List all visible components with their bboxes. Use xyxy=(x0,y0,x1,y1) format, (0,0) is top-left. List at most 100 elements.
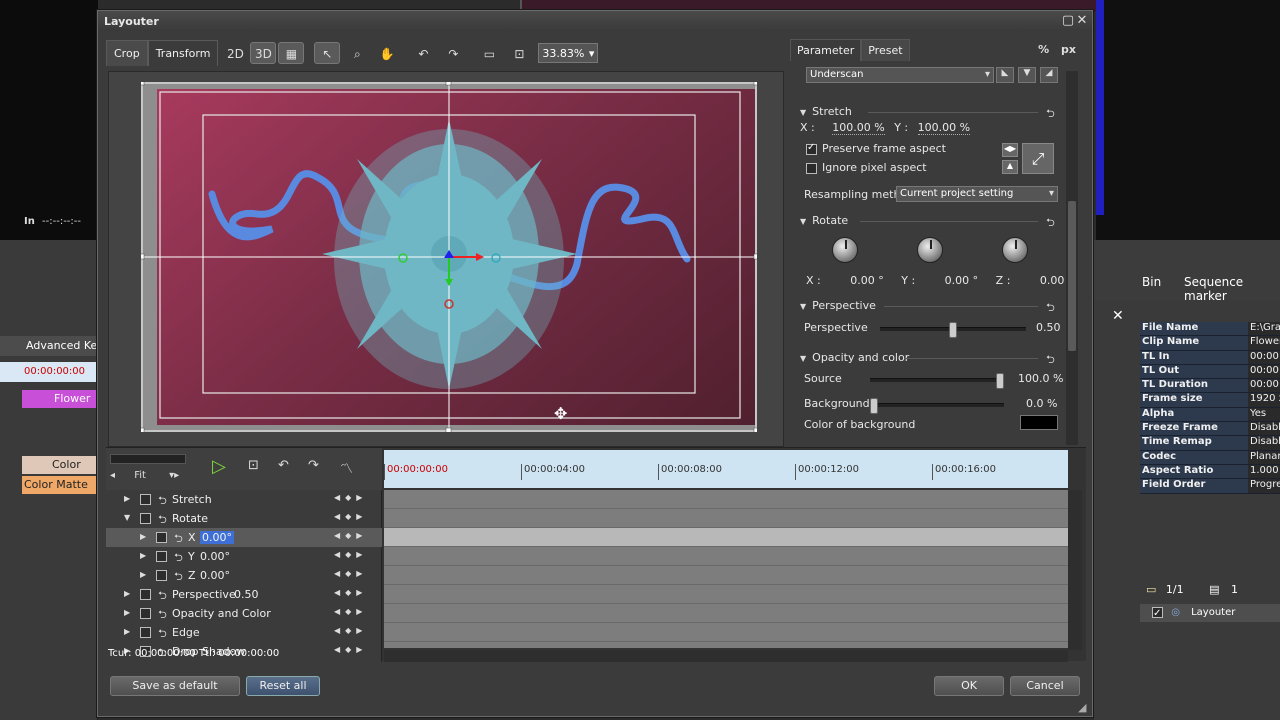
opacity-section[interactable]: Opacity and color xyxy=(800,351,909,364)
collapse-icon[interactable]: ▼ xyxy=(124,513,130,522)
prev-keyframe-icon[interactable]: ↶ xyxy=(278,458,289,473)
background-value[interactable]: 0.0 % xyxy=(1026,397,1057,410)
reset-all-button[interactable]: Reset all xyxy=(246,676,320,696)
resize-grip-icon[interactable]: ◢ xyxy=(1078,701,1086,714)
row-checkbox[interactable] xyxy=(140,513,151,524)
perspective-section[interactable]: Perspective xyxy=(800,299,876,312)
rotate-section[interactable]: Rotate xyxy=(800,214,848,227)
keyframe-nav-icon[interactable]: ◀◆▶ xyxy=(334,569,367,578)
hand-tool-icon[interactable]: ✋ xyxy=(374,42,400,64)
fit-icon[interactable]: ⊡ xyxy=(506,42,532,64)
layouter-enabled-checkbox[interactable] xyxy=(1152,605,1163,623)
source-value[interactable]: 100.0 % xyxy=(1018,372,1063,385)
keyframe-nav-icon[interactable]: ◀◆▶ xyxy=(334,588,367,597)
stretch-horizontal-icon[interactable]: ◀▶ xyxy=(1002,143,1018,157)
row-value[interactable]: 0.50 xyxy=(234,588,259,601)
ignore-pixel-aspect-checkbox[interactable] xyxy=(806,162,817,174)
keyframe-nav-icon[interactable]: ◀◆▶ xyxy=(334,531,367,540)
ignore-pixel-aspect[interactable]: Ignore pixel aspect xyxy=(806,161,927,174)
keyframe-nav-icon[interactable]: ◀◆▶ xyxy=(334,493,367,502)
grid-icon[interactable]: ▦ xyxy=(278,42,305,64)
play-icon[interactable]: ▷ xyxy=(212,456,226,477)
color-matte-clip-b[interactable]: Color Matte xyxy=(22,476,96,494)
timeline-row-x[interactable]: ▶ ⮌ X 0.00° ◀◆▶ xyxy=(106,528,382,547)
save-as-default-button[interactable]: Save as default xyxy=(110,676,240,696)
expand-icon[interactable]: ▶ xyxy=(124,589,130,598)
stretch-reset-icon[interactable]: ⮌ xyxy=(1046,105,1055,124)
row-value[interactable]: 0.00° xyxy=(200,569,230,582)
keyframe-nav-icon[interactable]: ◀◆▶ xyxy=(334,626,367,635)
resampling-select[interactable]: Current project setting xyxy=(896,186,1058,202)
row-checkbox[interactable] xyxy=(156,532,167,543)
background-slider-thumb[interactable] xyxy=(870,398,878,414)
timeline-zoom-slider[interactable] xyxy=(110,454,186,464)
preset-load-icon[interactable]: ▼ xyxy=(1018,67,1036,83)
tab-crop[interactable]: Crop xyxy=(106,40,148,66)
zoom-tool-icon[interactable]: ⌕ xyxy=(344,42,370,64)
timeline-ruler[interactable]: 00:00:00:00 00:00:04:00 00:00:08:00 00:00:1… xyxy=(384,450,1068,488)
color-matte-clip-a[interactable]: Color Ma xyxy=(22,456,96,489)
safe-area-icon[interactable]: ▭ xyxy=(476,42,502,64)
timeline-row-edge[interactable]: ▶ ⮌ Edge ◀◆▶ xyxy=(106,623,382,642)
close-icon[interactable]: ✕ xyxy=(1074,13,1090,29)
undo-icon[interactable]: ↶ xyxy=(410,42,436,64)
perspective-reset-icon[interactable]: ⮌ xyxy=(1046,299,1055,318)
timeline-row-opacity-and-color[interactable]: ▶ ⮌ Opacity and Color ◀◆▶ xyxy=(106,604,382,623)
keyframe-nav-icon[interactable]: ◀◆▶ xyxy=(334,607,367,616)
rotate-x-knob[interactable] xyxy=(832,237,858,263)
row-checkbox[interactable] xyxy=(140,627,151,638)
background-slider[interactable] xyxy=(870,398,1004,414)
rotate-reset-icon[interactable]: ⮌ xyxy=(1046,214,1055,233)
background-color-swatch[interactable] xyxy=(1020,415,1058,430)
stretch-x-value[interactable]: 100.00 % xyxy=(832,121,885,135)
tab-parameter[interactable]: Parameter xyxy=(790,39,862,61)
cancel-button[interactable]: Cancel xyxy=(1010,676,1080,696)
curve-icon[interactable]: 〽 xyxy=(340,458,353,477)
tab-transform[interactable]: Transform xyxy=(147,40,219,66)
row-value[interactable]: 0.00° xyxy=(200,550,230,563)
row-checkbox[interactable] xyxy=(140,608,151,619)
source-slider-thumb[interactable] xyxy=(996,373,1004,389)
row-checkbox[interactable] xyxy=(156,551,167,562)
rotate-x-value[interactable]: 0.00 ° xyxy=(850,274,884,287)
stretch-fill-icon[interactable]: ⤢ xyxy=(1022,143,1054,174)
opacity-reset-icon[interactable]: ⮌ xyxy=(1046,351,1055,370)
preset-delete-icon[interactable]: ◢ xyxy=(1040,67,1058,83)
unit-percent[interactable]: % xyxy=(1038,43,1049,56)
perspective-slider[interactable] xyxy=(880,322,1026,338)
info-close-icon[interactable]: ✕ xyxy=(1112,308,1124,324)
layouter-effect-item[interactable]: ◎ Layouter xyxy=(1140,604,1280,623)
expand-icon[interactable]: ▶ xyxy=(140,570,146,579)
next-keyframe-icon[interactable]: ↷ xyxy=(308,458,319,473)
source-slider[interactable] xyxy=(870,373,1004,389)
stretch-vertical-icon[interactable]: ▲ xyxy=(1002,160,1018,174)
row-value[interactable]: 0.00° xyxy=(200,531,234,544)
expand-icon[interactable]: ▶ xyxy=(124,627,130,636)
keyframe-nav-icon[interactable]: ◀◆▶ xyxy=(334,512,367,521)
timeline-v-scrollbar[interactable] xyxy=(1068,490,1082,650)
timeline-row-y[interactable]: ▶ ⮌ Y 0.00° ◀◆▶ xyxy=(106,547,382,566)
keyframe-tracks[interactable] xyxy=(384,490,1068,648)
row-checkbox[interactable] xyxy=(140,494,151,505)
timeline-row-stretch[interactable]: ▶ ⮌ Stretch ◀◆▶ xyxy=(106,490,382,509)
parameter-scrollbar[interactable] xyxy=(1066,71,1078,445)
ok-button[interactable]: OK xyxy=(934,676,1004,696)
preset-save-icon[interactable]: ◣ xyxy=(996,67,1014,83)
expand-icon[interactable]: ▶ xyxy=(124,494,130,503)
3d-mode-icon[interactable]: 3D xyxy=(250,42,277,64)
timeline-row-z[interactable]: ▶ ⮌ Z 0.00° ◀◆▶ xyxy=(106,566,382,585)
keyframe-nav-icon[interactable]: ◀◆▶ xyxy=(334,550,367,559)
unit-px[interactable]: px xyxy=(1061,43,1076,56)
stretch-y-value[interactable]: 100.00 % xyxy=(917,121,971,135)
preview-canvas[interactable]: ✥ xyxy=(141,82,757,432)
keyframe-nav-icon[interactable]: ◀◆▶ xyxy=(334,645,367,654)
expand-icon[interactable]: ▶ xyxy=(140,551,146,560)
bin-tab[interactable]: Bin xyxy=(1142,275,1161,289)
stretch-section[interactable]: Stretch xyxy=(800,105,852,118)
perspective-value[interactable]: 0.50 xyxy=(1036,321,1061,334)
flower-clip[interactable]: Flower xyxy=(22,390,96,408)
zoom-select[interactable]: 33.83% ▾ xyxy=(538,43,599,63)
perspective-slider-thumb[interactable] xyxy=(949,322,957,338)
2d-mode-icon[interactable]: 2D xyxy=(222,42,248,64)
rotate-y-knob[interactable] xyxy=(917,237,943,263)
